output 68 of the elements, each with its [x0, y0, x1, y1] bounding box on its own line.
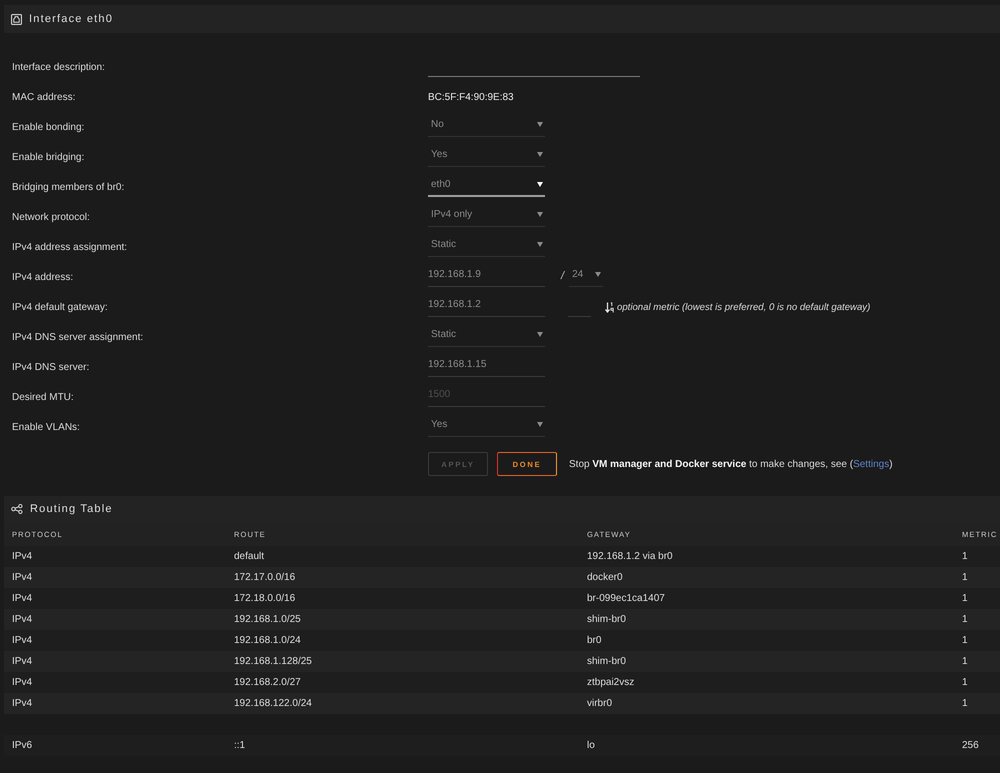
table-cell-text: br-099ec1ca1407: [586, 593, 666, 604]
table-cell-text: br0: [586, 635, 602, 646]
field-label: IPv4 address:: [12, 272, 74, 282]
caret-icon: [537, 122, 543, 127]
table-cell-text: 1: [961, 593, 969, 604]
table-cell-text: 192.168.1.0/24: [233, 635, 302, 646]
table-cell-text: IPv4: [11, 593, 34, 604]
table-cell-text: IPv4: [11, 698, 34, 709]
table-cell-text: 1: [961, 614, 969, 625]
table-cell-text: shim-br0: [586, 614, 627, 625]
table-cell-text: ::1: [233, 740, 246, 751]
table-cell-text: 1: [961, 551, 969, 562]
field-label: Enable VLANs:: [12, 422, 80, 432]
table-cell-text: 1: [961, 677, 969, 688]
table-cell-text: IPv4: [11, 572, 34, 583]
table-cell-text: 192.168.122.0/24: [233, 698, 313, 709]
value-text: BC:5F:F4:90:9E:83: [428, 92, 514, 102]
field-label: IPv4 DNS server assignment:: [12, 332, 144, 342]
caret-icon: [537, 152, 543, 157]
field-label: Enable bonding:: [12, 122, 84, 132]
field-label: Bridging members of br0:: [12, 182, 124, 192]
field-label: IPv4 default gateway:: [12, 302, 108, 312]
table-cell-text: 1: [961, 572, 969, 583]
caret-icon: [537, 332, 543, 337]
table-cell-text: default: [233, 551, 266, 562]
field-label: Interface description:: [12, 62, 105, 72]
notice-text: Stop VM manager and Docker service to make changes, see (Settings): [569, 458, 893, 470]
table-cell-text: IPv4: [11, 656, 34, 667]
sort-arrow-icon: [605, 302, 614, 312]
table-cell-text: 192.168.1.2 via br0: [586, 551, 674, 562]
table-cell-text: 172.17.0.0/16: [233, 572, 296, 583]
field-label: Desired MTU:: [12, 392, 74, 402]
table-cell-text: docker0: [586, 572, 624, 583]
table-cell-text: 1: [961, 698, 969, 709]
table-cell-text: IPv4: [11, 614, 34, 625]
dropdown[interactable]: eth0: [428, 177, 545, 197]
table-cell-text: 192.168.1.128/25: [233, 656, 313, 667]
table-cell-text: 172.18.0.0/16: [233, 593, 296, 604]
field-label: Enable bridging:: [12, 152, 84, 162]
table-cell-text: 192.168.1.0/25: [233, 614, 302, 625]
table-cell-text: IPv4: [11, 677, 34, 688]
field-label: Network protocol:: [12, 212, 90, 222]
connected-nodes-icon: [11, 504, 23, 514]
field-label: MAC address:: [12, 92, 76, 102]
field-label: IPv4 DNS server:: [12, 362, 90, 372]
table-cell-text: virbr0: [586, 698, 614, 709]
table-cell-text: IPv6: [11, 740, 34, 751]
separator-text: /: [561, 270, 564, 284]
caret-icon: [595, 272, 602, 277]
caret-icon: [537, 182, 543, 186]
table-cell-text: 192.168.2.0/27: [233, 677, 302, 688]
panel-title: Interface eth0: [29, 13, 114, 25]
panel-title: Routing Table: [30, 503, 113, 515]
caret-icon: [537, 212, 543, 217]
table-cell-text: 1: [961, 656, 969, 667]
caret-icon: [537, 242, 543, 247]
settings-link[interactable]: Settings: [853, 458, 890, 470]
table-cell-text: ztbpai2vsz: [586, 677, 636, 688]
table-cell-text: lo: [586, 740, 596, 751]
field-label: IPv4 address assignment:: [12, 242, 128, 252]
ethernet-port-icon: [11, 14, 22, 24]
table-cell-text: 256: [961, 740, 980, 751]
table-cell-text: shim-br0: [586, 656, 627, 667]
table-cell-text: IPv4: [11, 551, 34, 562]
table-cell-text: IPv4: [11, 635, 34, 646]
caret-icon: [537, 422, 543, 427]
hint-text: optional metric (lowest is preferred, 0 is no default gateway): [617, 302, 870, 312]
table-cell-text: 1: [961, 635, 969, 646]
